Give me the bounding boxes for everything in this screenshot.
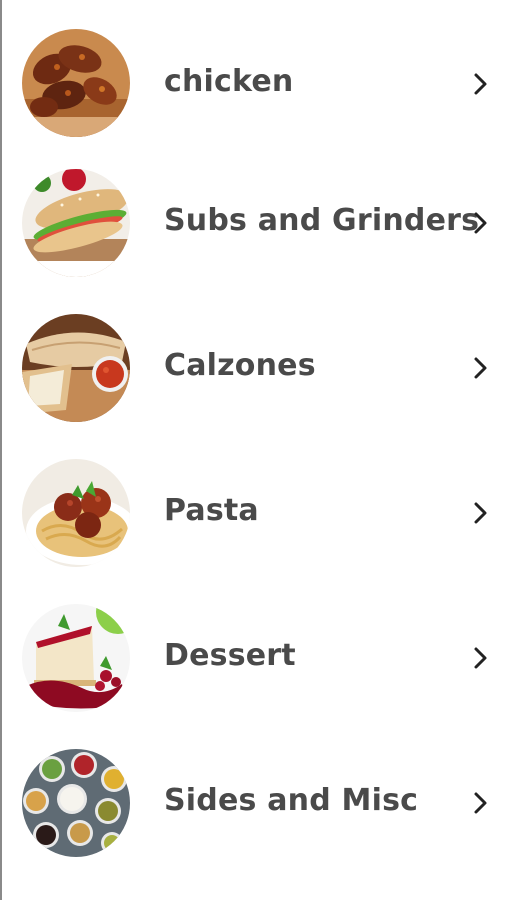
category-row-chicken[interactable]: chicken bbox=[0, 0, 507, 139]
category-row-subs-and-grinders[interactable]: Subs and Grinders bbox=[0, 139, 507, 284]
category-list: chicken Subs and Grinders Calzones Pasta… bbox=[0, 0, 507, 864]
category-label: Subs and Grinders bbox=[164, 203, 480, 238]
sauces-and-sides-photo-icon bbox=[22, 749, 130, 857]
calzone-photo-icon bbox=[22, 314, 130, 422]
dessert-thumbnail bbox=[22, 604, 130, 712]
chevron-right-icon bbox=[470, 355, 490, 381]
chevron-right-icon bbox=[470, 71, 490, 97]
subs-thumbnail bbox=[22, 169, 130, 277]
sub-sandwich-photo-icon bbox=[22, 169, 130, 277]
cheesecake-photo-icon bbox=[22, 604, 130, 712]
chevron-right-icon bbox=[470, 210, 490, 236]
category-label: Dessert bbox=[164, 638, 296, 673]
category-label: chicken bbox=[164, 64, 294, 99]
chicken-wings-photo-icon bbox=[22, 29, 130, 137]
category-row-dessert[interactable]: Dessert bbox=[0, 574, 507, 719]
chevron-right-icon bbox=[470, 790, 490, 816]
category-row-pasta[interactable]: Pasta bbox=[0, 429, 507, 574]
category-row-sides-and-misc[interactable]: Sides and Misc bbox=[0, 719, 507, 864]
category-row-calzones[interactable]: Calzones bbox=[0, 284, 507, 429]
chevron-right-icon bbox=[470, 645, 490, 671]
chevron-right-icon bbox=[470, 500, 490, 526]
chicken-thumbnail bbox=[22, 29, 130, 137]
category-label: Sides and Misc bbox=[164, 783, 419, 818]
pasta-thumbnail bbox=[22, 459, 130, 567]
spaghetti-meatballs-photo-icon bbox=[22, 459, 130, 567]
category-label: Calzones bbox=[164, 348, 316, 383]
category-label: Pasta bbox=[164, 493, 259, 528]
sides-thumbnail bbox=[22, 749, 130, 857]
calzones-thumbnail bbox=[22, 314, 130, 422]
